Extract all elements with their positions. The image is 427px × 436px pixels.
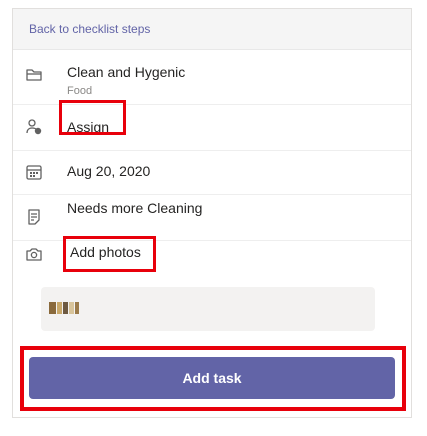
category-title: Clean and Hygenic <box>67 64 186 80</box>
due-date-row[interactable]: Aug 20, 2020 <box>13 151 411 195</box>
assign-person-icon <box>25 118 43 136</box>
category-subtitle: Food <box>67 85 93 97</box>
notes-icon <box>25 208 43 226</box>
category-row: Clean and Hygenic Food <box>13 50 411 105</box>
back-to-checklist-link[interactable]: Back to checklist steps <box>29 22 150 36</box>
add-task-button[interactable]: Add task <box>29 357 395 399</box>
due-date-value: Aug 20, 2020 <box>67 163 151 179</box>
folder-icon <box>25 66 43 84</box>
note-row[interactable]: Needs more Cleaning <box>13 195 411 241</box>
task-panel: Back to checklist steps Clean and Hygeni… <box>12 8 412 418</box>
assign-highlight <box>59 100 126 135</box>
note-value: Needs more Cleaning <box>67 200 203 216</box>
photo-thumbnail[interactable] <box>49 302 80 314</box>
add-photos-highlight <box>63 236 156 272</box>
calendar-icon <box>25 163 43 181</box>
panel-header: Back to checklist steps <box>13 9 411 50</box>
photo-attachment[interactable] <box>41 287 375 331</box>
camera-icon <box>25 245 43 263</box>
